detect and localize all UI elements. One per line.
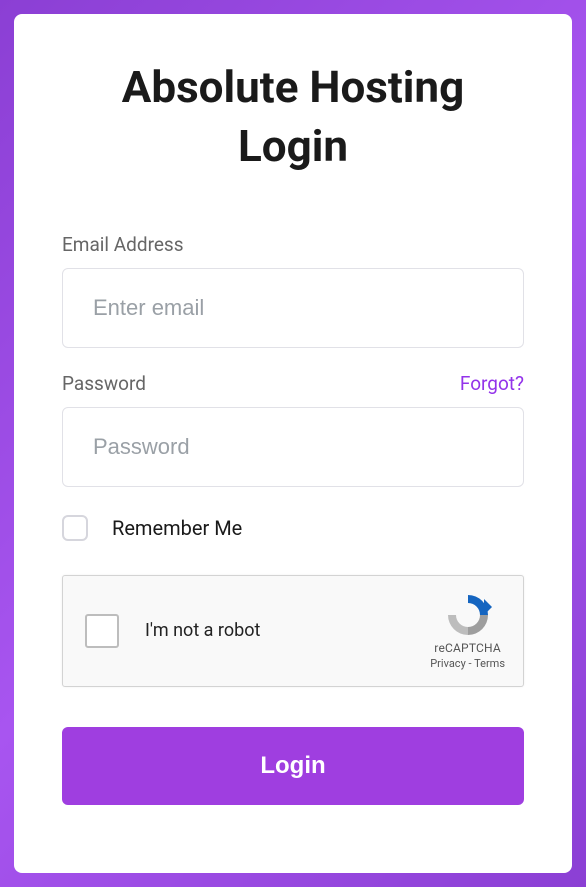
recaptcha-widget: I'm not a robot reCAPTCHA Privacy - Term… [62,575,524,687]
password-label: Password [62,372,146,395]
recaptcha-separator: - [466,657,474,670]
recaptcha-text: I'm not a robot [145,620,260,641]
email-label: Email Address [62,233,184,256]
remember-checkbox[interactable] [62,515,88,541]
password-group: Password Forgot? [62,372,524,487]
recaptcha-icon [444,591,492,639]
login-button[interactable]: Login [62,727,524,805]
recaptcha-checkbox[interactable] [85,614,119,648]
recaptcha-links: Privacy - Terms [430,657,505,670]
password-label-row: Password Forgot? [62,372,524,395]
page-title: Absolute Hosting Login [62,58,524,177]
login-card: Absolute Hosting Login Email Address Pas… [14,14,572,873]
recaptcha-terms-link[interactable]: Terms [474,657,505,670]
recaptcha-brand: reCAPTCHA [434,641,501,655]
recaptcha-left: I'm not a robot [85,614,260,648]
email-group: Email Address [62,233,524,348]
forgot-password-link[interactable]: Forgot? [460,372,524,395]
email-field[interactable] [62,268,524,348]
remember-label[interactable]: Remember Me [112,516,242,540]
email-label-row: Email Address [62,233,524,256]
recaptcha-privacy-link[interactable]: Privacy [430,657,466,670]
password-field[interactable] [62,407,524,487]
remember-row: Remember Me [62,515,524,541]
recaptcha-branding: reCAPTCHA Privacy - Terms [430,591,505,670]
